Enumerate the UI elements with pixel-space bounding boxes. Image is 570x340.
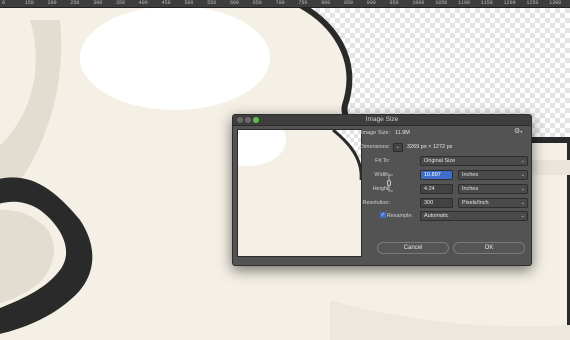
width-field[interactable]: 10.897 xyxy=(420,170,453,180)
ruler-tick-label: 250 xyxy=(70,0,80,6)
ruler-tick-label: 850 xyxy=(344,0,354,6)
ruler-tick-label: 950 xyxy=(389,0,399,6)
chevron-down-icon: ⌄ xyxy=(520,213,525,219)
resolution-unit-select[interactable]: Pixels/Inch ⌄ xyxy=(458,198,528,208)
width-unit-select[interactable]: Inches ⌄ xyxy=(458,170,528,180)
fit-to-select[interactable]: Original Size ⌄ xyxy=(420,156,528,166)
ruler-tick-label: 1000 xyxy=(412,0,425,6)
ruler-tick-label: 1050 xyxy=(435,0,448,6)
top-ruler[interactable]: 0 150 200 250 300 350 400 450 500 550 600 650 700 750… xyxy=(0,0,570,8)
height-label: Height: xyxy=(372,186,390,192)
ruler-tick-label: 500 xyxy=(184,0,194,6)
ruler-tick-label: 300 xyxy=(93,0,103,6)
dialog-titlebar[interactable]: Image Size xyxy=(233,115,531,126)
resolution-label: Resolution: xyxy=(362,200,390,206)
dimensions-value: 3269 px × 1272 px xyxy=(407,144,453,150)
ruler-tick-label: 750 xyxy=(298,0,308,6)
ruler-tick-label: 350 xyxy=(116,0,126,6)
width-label: Width: xyxy=(374,172,390,178)
chevron-down-icon[interactable]: ⌄ xyxy=(393,143,403,152)
resolution-field[interactable]: 300 xyxy=(420,198,453,208)
height-field[interactable]: 4.24 xyxy=(420,184,453,194)
ruler-tick-label: 900 xyxy=(366,0,376,6)
image-size-label: Image Size: xyxy=(360,130,390,136)
chevron-down-icon: ⌄ xyxy=(520,200,525,206)
resample-label: Resample: xyxy=(386,213,413,219)
ok-button[interactable]: OK xyxy=(453,242,525,254)
ruler-tick-label: 200 xyxy=(47,0,57,6)
image-size-dialog: Image Size Image Size: 11.9M ⚙▾ Dimensio… xyxy=(232,114,532,266)
ruler-tick-label: 700 xyxy=(275,0,285,6)
ruler-tick-label: 1100 xyxy=(458,0,471,6)
ruler-tick-label: 450 xyxy=(161,0,171,6)
resample-select[interactable]: Automatic ⌄ xyxy=(420,211,528,221)
ruler-tick-label: 1200 xyxy=(503,0,516,6)
ruler-tick-label: 1250 xyxy=(526,0,539,6)
resolution-unit-value: Pixels/Inch xyxy=(462,200,489,206)
dimensions-label: Dimensions: xyxy=(359,144,390,150)
fit-to-value: Original Size xyxy=(424,158,456,164)
ruler-tick-label: 150 xyxy=(24,0,34,6)
ruler-tick-label: 400 xyxy=(138,0,148,6)
width-unit-value: Inches xyxy=(462,172,479,178)
ruler-tick-label: 1300 xyxy=(549,0,562,6)
height-unit-select[interactable]: Inches ⌄ xyxy=(458,184,528,194)
cancel-button[interactable]: Cancel xyxy=(377,242,449,254)
gear-icon[interactable]: ⚙▾ xyxy=(514,128,522,136)
ruler-tick-label: 600 xyxy=(230,0,240,6)
chevron-down-icon: ⌄ xyxy=(520,172,525,178)
ruler-tick-label: 800 xyxy=(321,0,331,6)
ruler-tick-label: 550 xyxy=(207,0,217,6)
ruler-tick-label: 1150 xyxy=(480,0,493,6)
height-unit-value: Inches xyxy=(462,186,479,192)
chevron-down-icon: ⌄ xyxy=(520,186,525,192)
chevron-down-icon: ⌄ xyxy=(520,158,525,164)
ruler-tick-label: 0 xyxy=(2,0,6,6)
image-size-value: 11.9M xyxy=(395,130,410,136)
resample-value: Automatic xyxy=(424,213,449,219)
dialog-title: Image Size xyxy=(365,116,399,123)
fit-to-label: Fit To: xyxy=(375,158,390,164)
ruler-tick-label: 650 xyxy=(252,0,262,6)
